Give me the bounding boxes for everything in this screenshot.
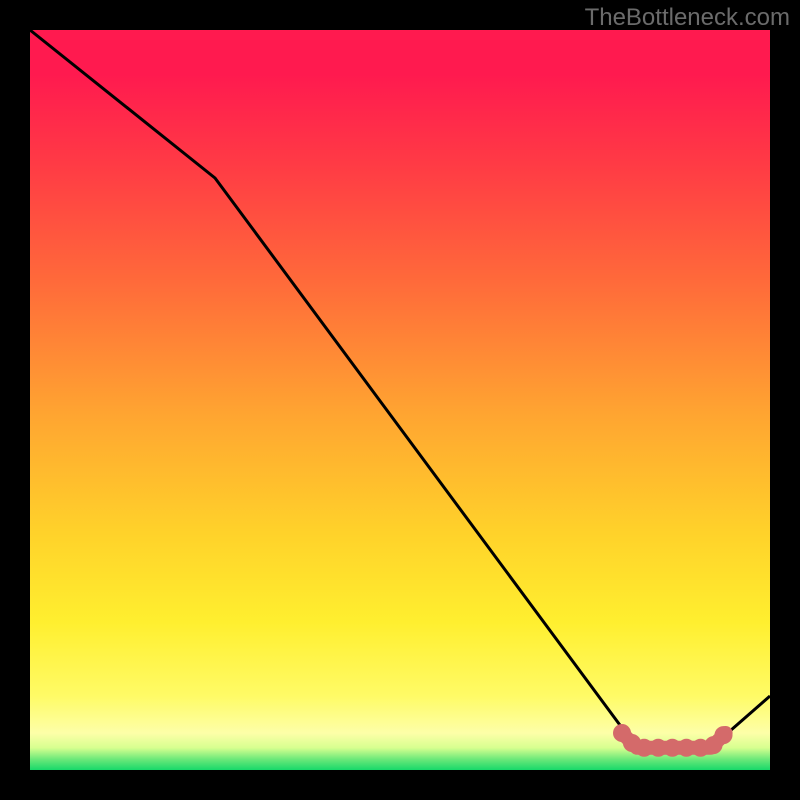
plot-area: [30, 30, 770, 770]
main-curve-path: [30, 30, 770, 748]
attribution-text: TheBottleneck.com: [585, 4, 790, 32]
chart-svg: [30, 30, 770, 770]
series-group: [30, 30, 770, 748]
chart-stage: TheBottleneck.com: [0, 0, 800, 800]
highlight-segment-dots: [622, 733, 726, 748]
